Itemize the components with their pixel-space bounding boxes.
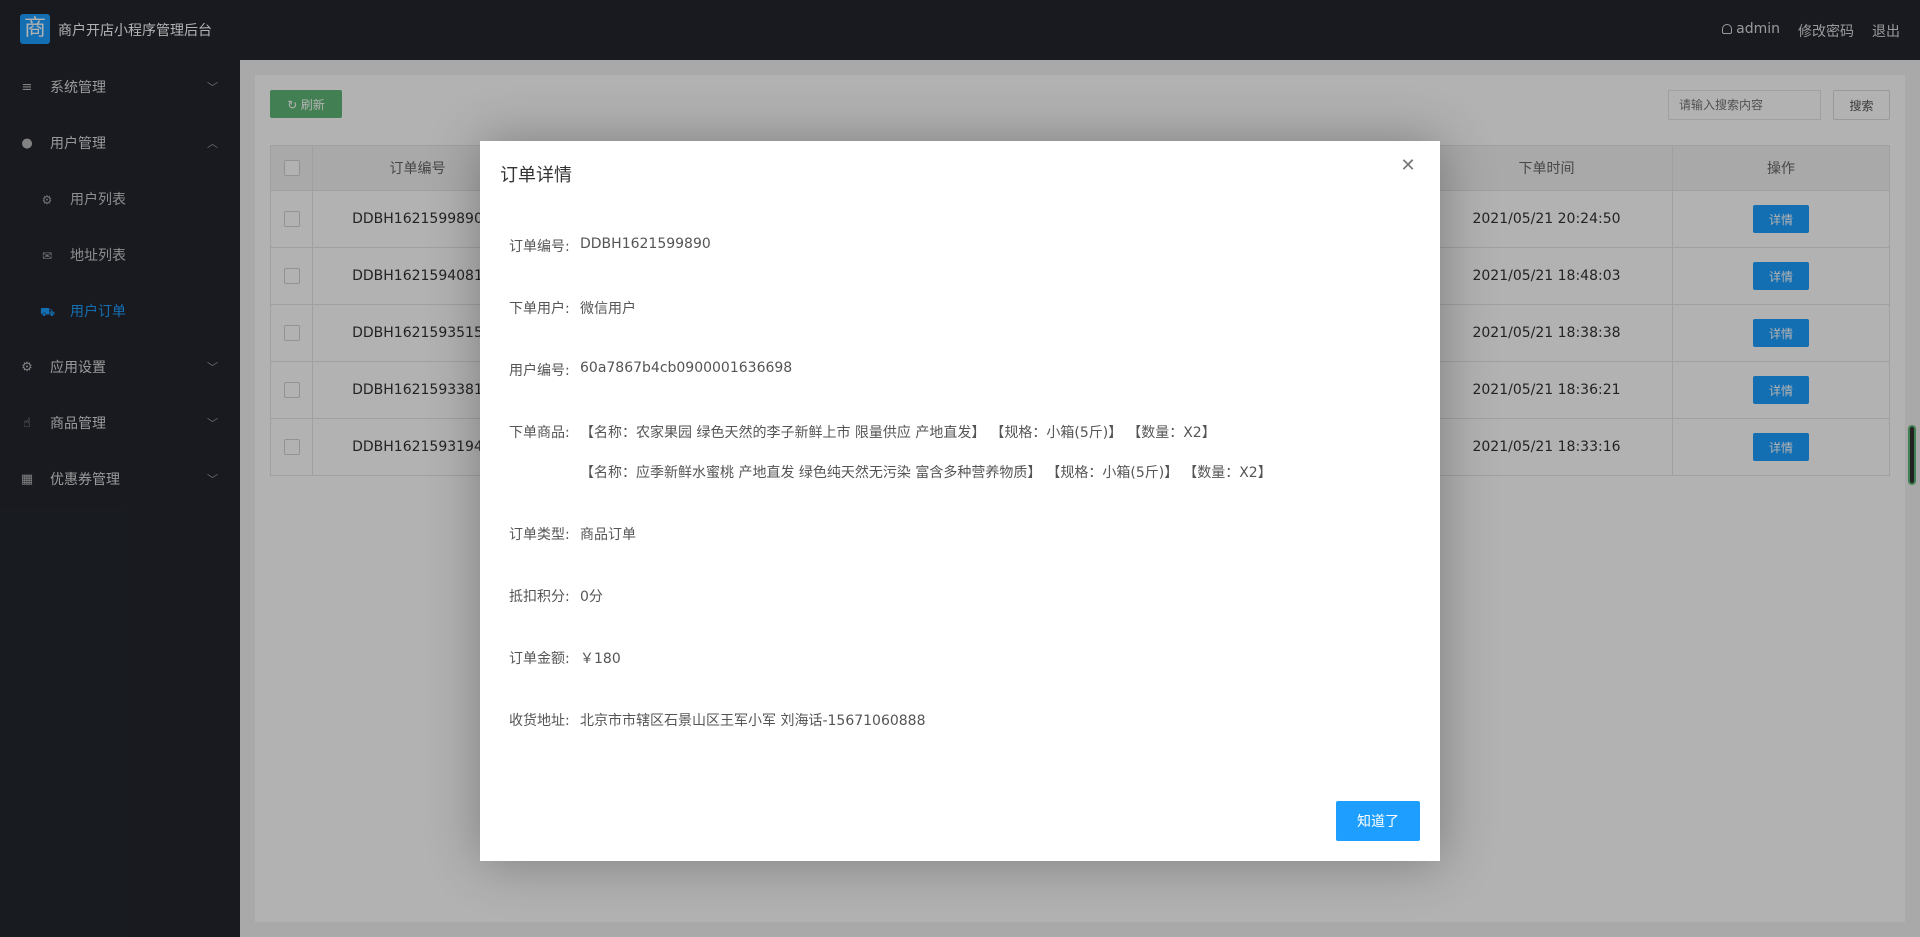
field-label: 订单金额: bbox=[509, 651, 570, 667]
goods-spec: 【规格：小箱(5斤)】 bbox=[1053, 465, 1179, 481]
field-value: 商品订单 bbox=[580, 527, 636, 543]
close-icon[interactable]: ✕ bbox=[1400, 157, 1416, 175]
field-value: 0分 bbox=[580, 589, 603, 605]
modal-title: 订单详情 bbox=[500, 165, 572, 186]
field-label: 下单用户: bbox=[509, 301, 570, 317]
field-value: 微信用户 bbox=[580, 301, 636, 317]
field-label: 下单商品: bbox=[509, 425, 570, 441]
field-label: 订单编号: bbox=[509, 239, 570, 255]
field-user-id: 用户编号: 60a7867b4cb0900001636698 bbox=[509, 360, 792, 380]
goods-qty: 【数量：X2】 bbox=[1134, 425, 1216, 441]
field-goods: 下单商品: 【名称：农家果园 绿色天然的李子新鲜上市 限量供应 产地直发】 【规格… bbox=[509, 422, 1284, 482]
field-value: DDBH1621599890 bbox=[580, 236, 711, 252]
goods-item: 【名称：应季新鲜水蜜桃 产地直发 绿色纯天然无污染 富含多种营养物质】 【规格：小… bbox=[580, 462, 1284, 482]
goods-name: 【名称：农家果园 绿色天然的李子新鲜上市 限量供应 产地直发】 bbox=[580, 425, 986, 441]
field-value: 北京市市辖区石景山区王军小军 刘海话-15671060888 bbox=[580, 713, 926, 729]
goods-spec: 【规格：小箱(5斤)】 bbox=[997, 425, 1123, 441]
field-order-no: 订单编号: DDBH1621599890 bbox=[509, 236, 711, 256]
field-order-type: 订单类型: 商品订单 bbox=[509, 524, 636, 544]
goods-list: 【名称：农家果园 绿色天然的李子新鲜上市 限量供应 产地直发】 【规格：小箱(5斤… bbox=[580, 422, 1284, 482]
ok-button[interactable]: 知道了 bbox=[1336, 801, 1420, 841]
field-user: 下单用户: 微信用户 bbox=[509, 298, 636, 318]
order-detail-modal: 订单详情 ✕ 订单编号: DDBH1621599890 下单用户: 微信用户 用… bbox=[480, 141, 1440, 861]
field-amount: 订单金额: ￥180 bbox=[509, 648, 621, 668]
field-label: 用户编号: bbox=[509, 363, 570, 379]
field-label: 收货地址: bbox=[509, 713, 570, 729]
field-label: 抵扣积分: bbox=[509, 589, 570, 605]
field-address: 收货地址: 北京市市辖区石景山区王军小军 刘海话-15671060888 bbox=[509, 710, 925, 730]
goods-name: 【名称：应季新鲜水蜜桃 产地直发 绿色纯天然无污染 富含多种营养物质】 bbox=[580, 465, 1042, 481]
field-value: ￥180 bbox=[580, 651, 621, 667]
field-value: 60a7867b4cb0900001636698 bbox=[580, 360, 793, 376]
goods-qty: 【数量：X2】 bbox=[1190, 465, 1272, 481]
goods-item: 【名称：农家果园 绿色天然的李子新鲜上市 限量供应 产地直发】 【规格：小箱(5斤… bbox=[580, 422, 1284, 442]
field-points: 抵扣积分: 0分 bbox=[509, 586, 603, 606]
field-label: 订单类型: bbox=[509, 527, 570, 543]
